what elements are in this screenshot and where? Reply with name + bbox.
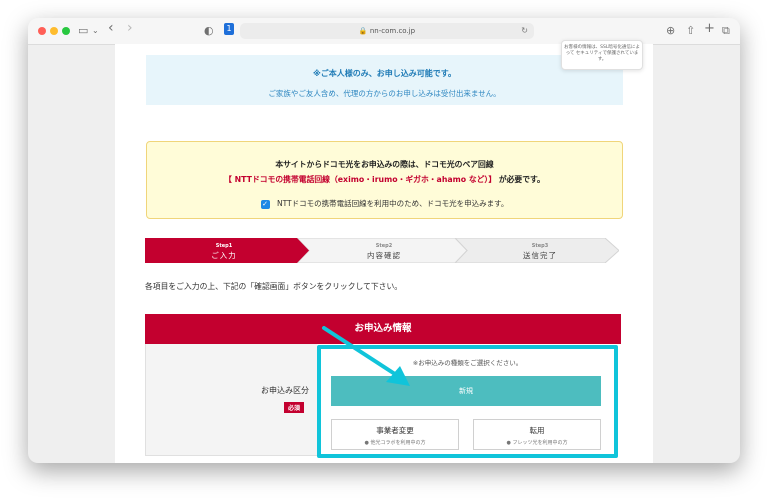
pair-line-notice: 本サイトからドコモ光をお申込みの際は、ドコモ光のペア回線 【 NTTドコモの携帯… <box>146 141 623 219</box>
notice-text: ご家族やご友人含め、代理の方からのお申し込みは受付出来ません。 <box>268 89 501 98</box>
personal-only-notice: ※ご本人様のみ、お申し込み可能です。 ご家族やご友人含め、代理の方からのお申し込… <box>146 55 623 105</box>
required-badge: 必須 <box>283 402 304 413</box>
page-content: ※ご本人様のみ、お申し込み可能です。 ご家族やご友人含め、代理の方からのお申し込… <box>115 44 653 463</box>
step-2-label: 内容確認 <box>367 251 401 260</box>
step-1-label: ご入力 <box>211 251 237 260</box>
back-icon[interactable]: ‹ <box>108 21 114 35</box>
carrier-change-sub: ● 他光コラボを利用中の方 <box>364 440 426 446</box>
checkbox-label: NTTドコモの携帯電話回線を利用中のため、ドコモ光を申込みます。 <box>277 199 509 208</box>
browser-window: ▭ ⌄ ‹ › ◐ 1 🔒 nn-com.co.jp ↻ ⊕ ⇧ + ⧉ お客様… <box>28 18 740 463</box>
step-1: Step1 ご入力 <box>145 238 303 263</box>
step-3-label: 送信完了 <box>523 251 557 260</box>
step-3: Step3 送信完了 <box>461 238 619 263</box>
pointer-arrow-icon <box>322 326 410 386</box>
transfer-label: 転用 <box>529 426 545 435</box>
download-icon[interactable]: ⊕ <box>666 24 675 38</box>
intro-text: 各項目をご入力の上、下記の「確認画面」ボタンをクリックして下さい。 <box>145 282 403 291</box>
sidebar-icon[interactable]: ▭ <box>78 24 88 38</box>
application-type-label: お申込み区分 <box>261 386 309 395</box>
carrier-change-button[interactable]: 事業者変更 ● 他光コラボを利用中の方 <box>331 419 459 450</box>
share-icon[interactable]: ⇧ <box>686 24 695 38</box>
form-label-cell: お申込み区分 必須 <box>145 344 317 456</box>
step-3-number: Step3 <box>531 243 549 249</box>
progress-steps: Step1 ご入力 Step2 内容確認 Step3 送信完了 <box>145 238 619 263</box>
reload-icon[interactable]: ↻ <box>521 23 528 39</box>
step-1-number: Step1 <box>215 243 233 249</box>
chevron-down-icon[interactable]: ⌄ <box>92 24 99 38</box>
close-window-button[interactable] <box>38 27 46 35</box>
required-line-suffix: が必要です。 <box>498 175 545 184</box>
step-2: Step2 内容確認 <box>305 238 463 263</box>
pair-line-text: 本サイトからドコモ光をお申込みの際は、ドコモ光のペア回線 <box>275 160 494 169</box>
privacy-shield-icon[interactable]: ◐ <box>204 24 214 38</box>
notice-heading: ※ご本人様のみ、お申し込み可能です。 <box>313 69 456 78</box>
password-extension-icon[interactable]: 1 <box>224 23 234 35</box>
lock-icon: 🔒 <box>358 27 368 35</box>
transfer-button[interactable]: 転用 ● フレッツ光を利用中の方 <box>473 419 601 450</box>
carrier-change-label: 事業者変更 <box>376 426 414 435</box>
pair-line-checkbox-row[interactable]: ✓ NTTドコモの携帯電話回線を利用中のため、ドコモ光を申込みます。 <box>147 198 622 209</box>
forward-icon[interactable]: › <box>127 21 133 35</box>
transfer-sub: ● フレッツ光を利用中の方 <box>506 440 568 446</box>
address-bar[interactable]: 🔒 nn-com.co.jp ↻ <box>240 23 534 39</box>
tab-overview-icon[interactable]: ⧉ <box>722 24 730 38</box>
step-2-number: Step2 <box>375 243 393 249</box>
pair-line-requirement: 【 NTTドコモの携帯電話回線（eximo・irumo・ギガホ・ahamo など… <box>147 174 622 185</box>
checkbox-checked-icon[interactable]: ✓ <box>260 199 270 209</box>
minimize-window-button[interactable] <box>50 27 58 35</box>
new-tab-icon[interactable]: + <box>704 22 715 36</box>
ssl-tooltip: お客様の情報は、SSL暗号化通信によって セキュリティで保護されています。 <box>561 40 643 70</box>
required-line-highlight: 【 NTTドコモの携帯電話回線（eximo・irumo・ギガホ・ahamo など… <box>224 175 497 184</box>
address-url: nn-com.co.jp <box>369 27 416 35</box>
zoom-window-button[interactable] <box>62 27 70 35</box>
